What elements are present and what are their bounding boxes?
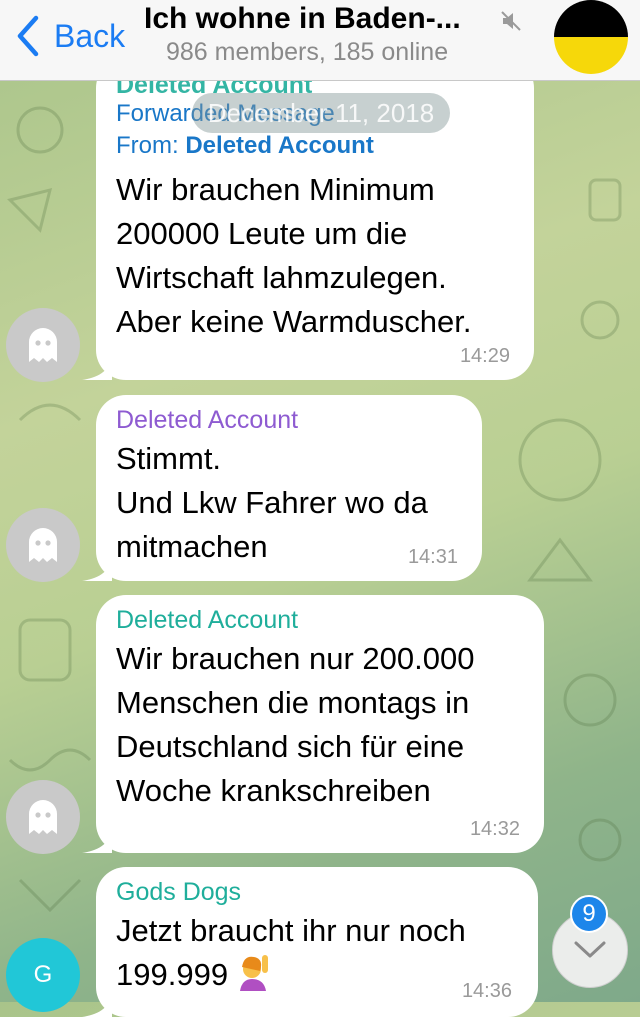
avatar-deleted-account[interactable]: [6, 508, 80, 582]
avatar-deleted-account[interactable]: [6, 308, 80, 382]
message-text-line: Jetzt braucht ihr nur noch: [116, 913, 466, 948]
ghost-icon: [29, 800, 57, 834]
bubble-tail: [82, 829, 112, 853]
back-button[interactable]: Back: [14, 14, 125, 58]
date-pill: December 11, 2018: [192, 93, 450, 133]
message-sender[interactable]: Deleted Account: [116, 603, 524, 637]
message-text: Wir brauchen nur 200.000 Menschen die mo…: [116, 641, 475, 808]
from-label: From:: [116, 132, 179, 159]
unread-count-badge: 9: [570, 895, 608, 933]
ghost-icon: [29, 328, 57, 362]
message-time: 14:31: [407, 546, 458, 568]
person-raising-hand-emoji-icon: [240, 955, 269, 991]
chat-header: Back Ich wohne in Baden-... 986 members,…: [0, 0, 640, 81]
chevron-left-icon: [17, 15, 39, 57]
bubble-tail: [82, 557, 112, 581]
avatar-deleted-account[interactable]: [6, 780, 80, 854]
group-avatar-flag[interactable]: [554, 0, 628, 74]
message-sender[interactable]: Gods Dogs: [116, 875, 518, 909]
ghost-icon: [29, 528, 57, 562]
message-time: 14:36: [461, 980, 512, 1002]
chevron-down-icon: [574, 941, 606, 958]
message-bubble[interactable]: Deleted Account Wir brauchen nur 200.000…: [82, 595, 544, 853]
bubble-tail: [82, 356, 112, 380]
message-bubble[interactable]: Deleted Account Stimmt. Und Lkw Fahrer w…: [82, 395, 482, 581]
message-time: 14:29: [459, 345, 510, 367]
mute-icon: [501, 11, 521, 31]
message-bubble[interactable]: Gods Dogs Jetzt braucht ihr nur noch 199…: [82, 867, 538, 1017]
forwarded-from-name[interactable]: Deleted Account: [185, 132, 373, 159]
back-label: Back: [54, 17, 126, 54]
bubble-tail: [82, 993, 112, 1017]
message-time: 14:32: [469, 818, 520, 840]
message-text-line: 199.999: [116, 957, 229, 992]
message-sender[interactable]: Deleted Account: [116, 403, 462, 437]
chat-title[interactable]: Ich wohne in Baden-...: [144, 2, 461, 36]
message-text: Wir brauchen Minimum 200000 Leute um die…: [116, 172, 472, 339]
avatar-gods-dogs[interactable]: G: [6, 938, 80, 1012]
chat-subtitle: 986 members, 185 online: [166, 38, 449, 66]
